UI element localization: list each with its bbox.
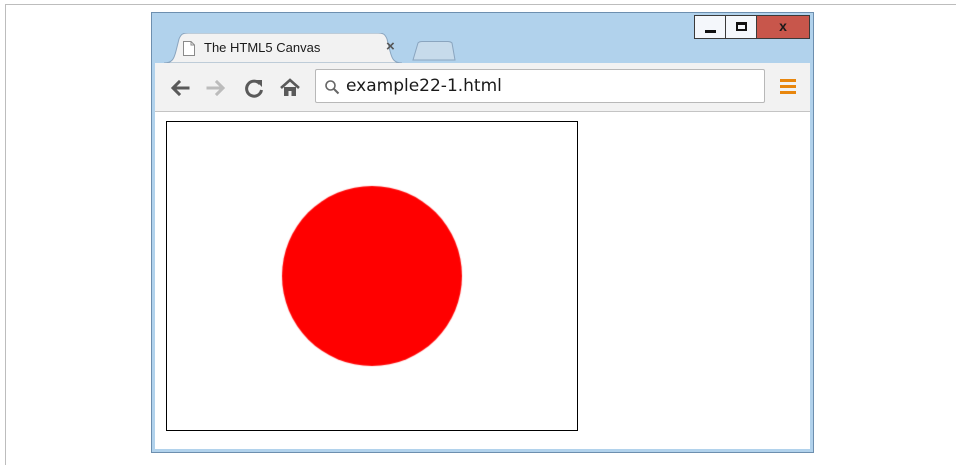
minimize-button[interactable] <box>694 15 726 39</box>
home-icon[interactable] <box>279 77 301 99</box>
reload-icon[interactable] <box>243 77 265 99</box>
new-tab-button[interactable] <box>412 41 456 61</box>
tab-active[interactable]: The HTML5 Canvas × <box>164 33 402 63</box>
html5-canvas[interactable] <box>166 121 578 431</box>
forward-arrow-icon[interactable] <box>205 77 227 99</box>
page-icon <box>183 41 195 56</box>
browser-toolbar <box>155 63 810 112</box>
new-tab-icon <box>412 41 456 61</box>
address-input[interactable] <box>346 74 756 98</box>
window-controls: x <box>694 15 810 39</box>
menu-icon[interactable] <box>780 79 796 95</box>
page-content <box>155 112 810 449</box>
maximize-icon <box>736 22 747 31</box>
address-bar[interactable] <box>315 69 765 103</box>
close-window-button[interactable]: x <box>756 15 810 39</box>
minimize-icon <box>705 30 716 33</box>
tab-close-icon[interactable]: × <box>386 38 395 55</box>
search-icon <box>325 80 340 95</box>
page: x The HTML5 Canvas × <box>0 0 956 465</box>
browser-window: x The HTML5 Canvas × <box>151 12 814 453</box>
tab-title: The HTML5 Canvas <box>204 40 321 55</box>
frame-divider-left <box>5 4 6 465</box>
frame-divider-top <box>5 4 956 5</box>
maximize-button[interactable] <box>725 15 757 39</box>
back-arrow-icon[interactable] <box>169 77 191 99</box>
